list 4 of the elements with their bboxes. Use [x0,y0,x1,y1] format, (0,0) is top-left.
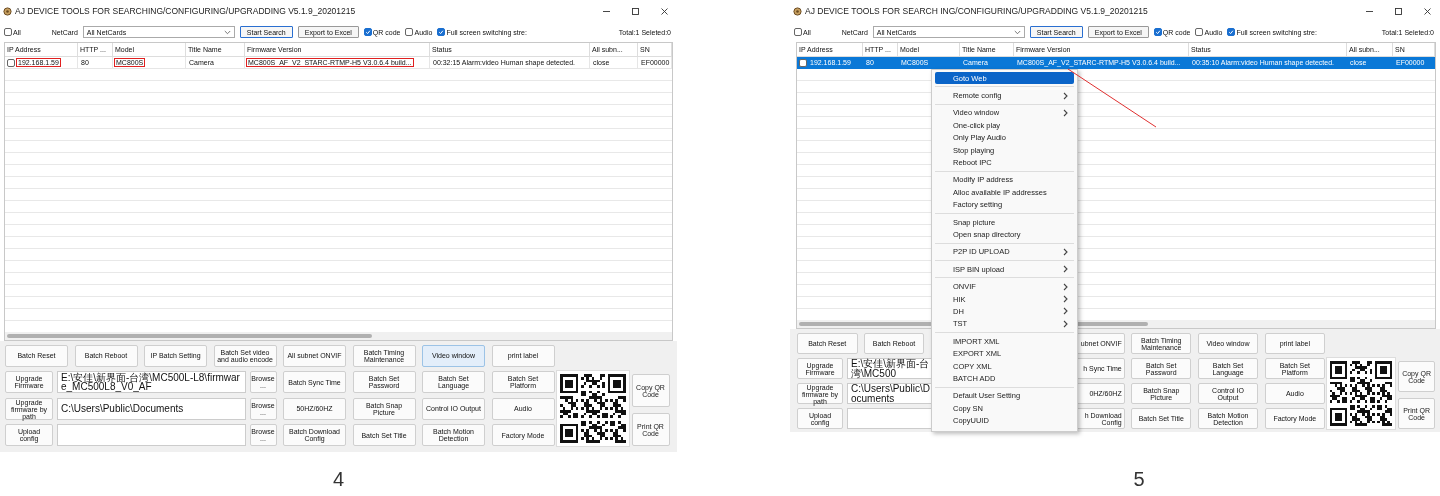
window-title: AJ DEVICE TOOLS FOR SEARCH ING/CONFIGURING/UPGRADDING V5.1.9_20201215 [805,6,1148,16]
figure-number: 4 [332,468,345,490]
figure-number: 5 [1133,468,1145,490]
window-title: AJ DEVICE TOOLS FOR SEARCHING/CONFIGURING/UPGRADDING V5.1.9_20201215 [15,6,356,16]
